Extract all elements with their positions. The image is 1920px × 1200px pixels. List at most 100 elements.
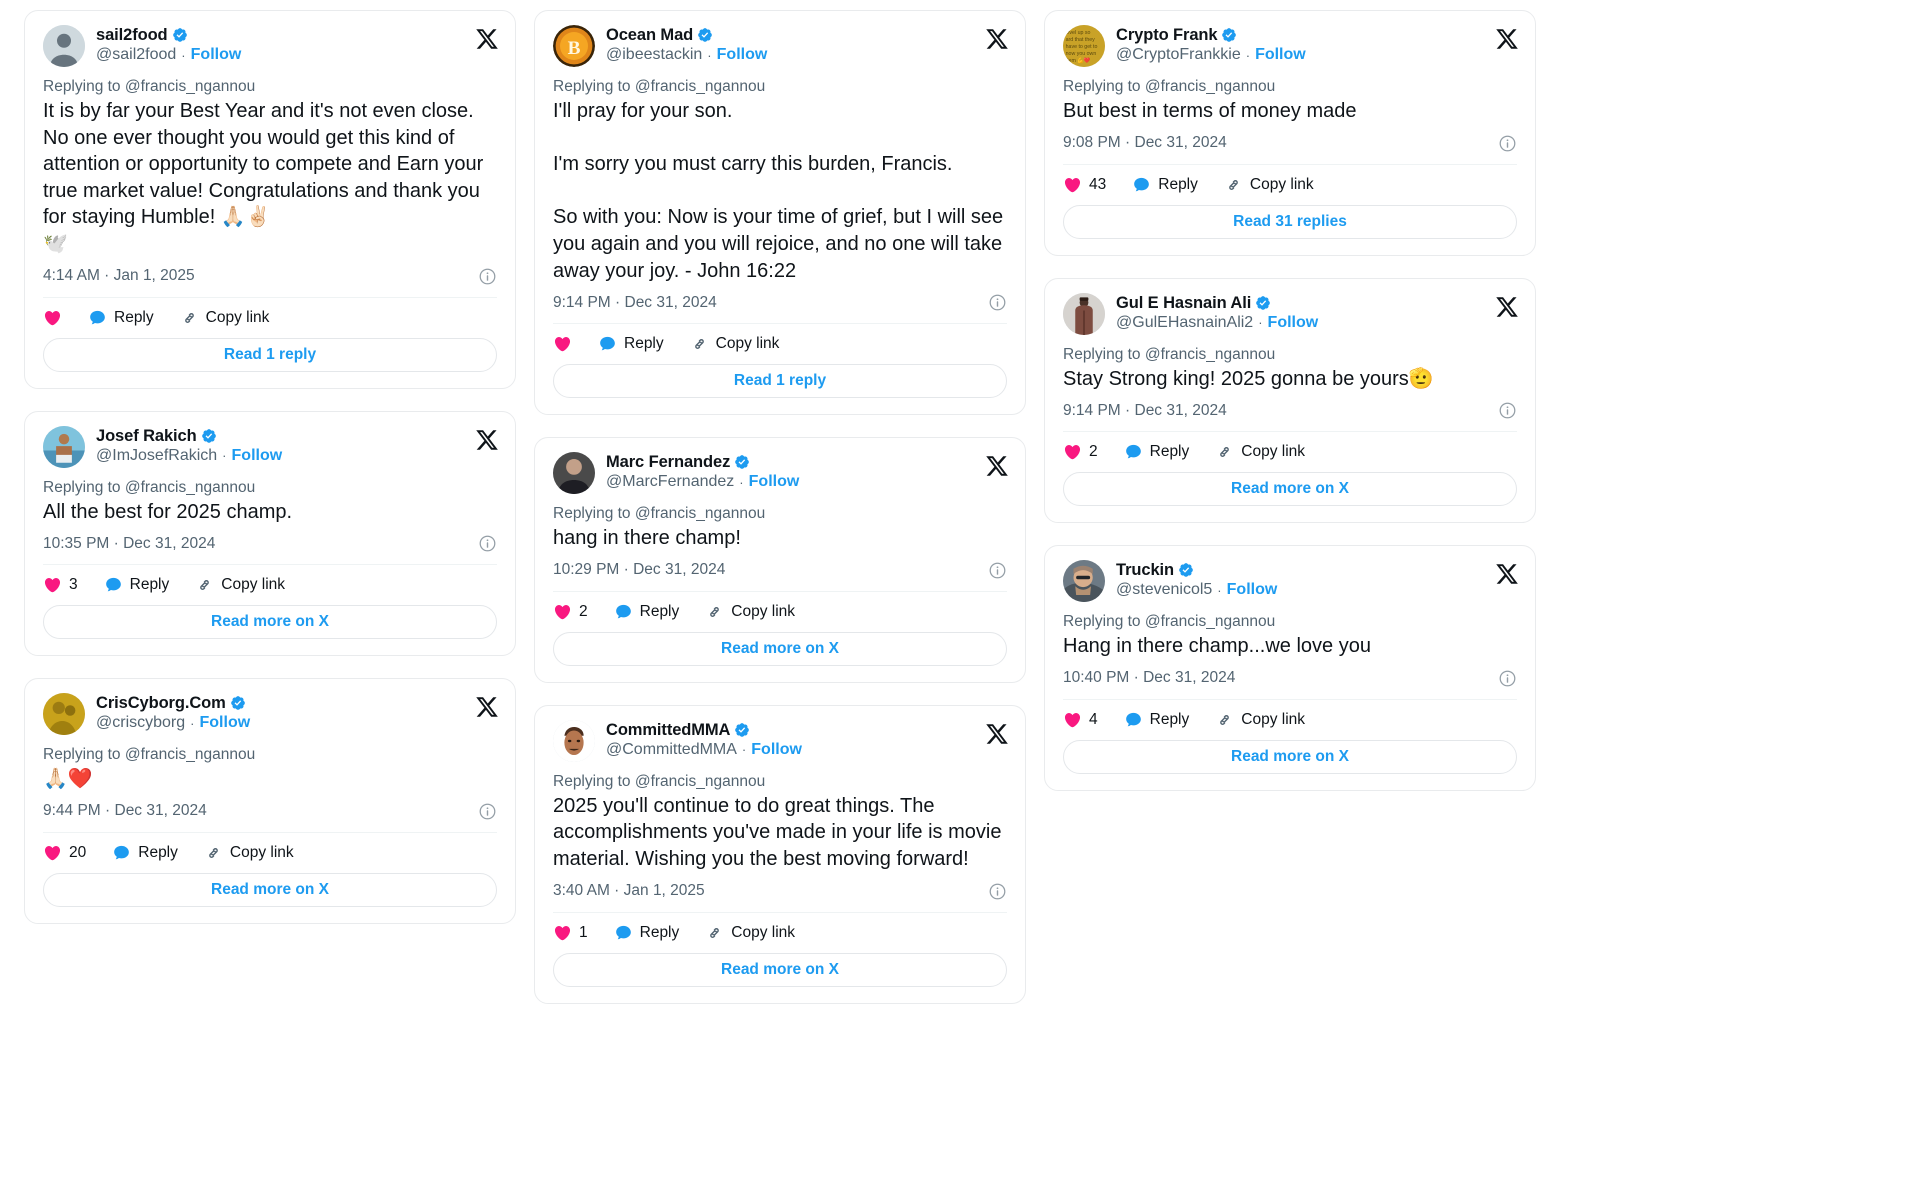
follow-button[interactable]: Follow [1227,581,1278,599]
author-display-name[interactable]: sail2food [96,26,168,44]
copy-link-action[interactable]: Copy link [180,309,269,327]
read-more-button[interactable]: Read more on X [1063,472,1517,507]
info-icon[interactable] [988,882,1007,901]
reply-action[interactable]: Reply [104,576,169,594]
x-logo-icon[interactable] [475,27,499,51]
author-handle[interactable]: @ImJosefRakich [96,447,217,465]
reply-action[interactable]: Reply [614,603,679,621]
x-logo-icon[interactable] [1495,562,1519,586]
like-action[interactable]: 1 [553,924,588,942]
replying-to-handle[interactable]: @francis_ngannou [125,746,255,763]
author-display-name[interactable]: Truckin [1116,561,1174,579]
copy-link-action[interactable]: Copy link [195,576,285,594]
read-more-button[interactable]: Read more on X [43,872,497,907]
author-display-name[interactable]: Marc Fernandez [606,453,730,471]
like-action[interactable]: 2 [1063,443,1098,461]
author-handle[interactable]: @sail2food [96,46,176,64]
info-icon[interactable] [1498,401,1517,420]
avatar[interactable] [553,452,595,495]
copy-link-action[interactable]: Copy link [690,335,779,353]
read-more-button[interactable]: Read more on X [43,605,497,640]
x-logo-icon[interactable] [985,27,1009,51]
author-handle[interactable]: @GulEHasnainAli2 [1116,314,1253,332]
copy-link-action[interactable]: Copy link [1224,176,1314,194]
info-icon[interactable] [478,802,497,821]
author-display-name[interactable]: CrisCyborg.Com [96,694,226,712]
info-icon[interactable] [478,267,497,286]
read-more-button[interactable]: Read more on X [1063,739,1517,774]
author-display-name[interactable]: CommittedMMA [606,721,730,739]
replying-to-handle[interactable]: @francis_ngannou [125,78,255,95]
like-action[interactable] [553,335,572,353]
x-logo-icon[interactable] [1495,27,1519,51]
info-icon[interactable] [478,534,497,553]
read-more-button[interactable]: Read more on X [553,631,1007,666]
reply-action[interactable]: Reply [1124,711,1189,729]
like-action[interactable]: 43 [1063,176,1106,194]
x-logo-icon[interactable] [475,428,499,452]
copy-link-action[interactable]: Copy link [705,603,795,621]
avatar[interactable] [43,25,85,67]
reply-action[interactable]: Reply [1124,443,1189,461]
copy-link-action[interactable]: Copy link [705,924,795,942]
like-action[interactable] [43,309,62,327]
info-icon[interactable] [988,293,1007,312]
info-icon[interactable] [1498,669,1517,688]
read-more-button[interactable]: Read more on X [553,952,1007,987]
info-icon[interactable] [988,561,1007,580]
follow-button[interactable]: Follow [1255,46,1306,64]
like-action[interactable]: 2 [553,603,588,621]
reply-action[interactable]: Reply [112,844,178,862]
like-action[interactable]: 3 [43,576,78,594]
author-display-name[interactable]: Gul E Hasnain Ali [1116,294,1251,312]
follow-button[interactable]: Follow [751,741,802,759]
read-more-button[interactable]: Read 1 reply [553,364,1007,399]
follow-button[interactable]: Follow [232,447,283,465]
avatar[interactable]: B [553,25,595,67]
avatar[interactable] [553,719,595,762]
author-handle[interactable]: @stevenicol5 [1116,581,1212,599]
reply-bubble-icon [600,337,615,351]
author-display-name[interactable]: Ocean Mad [606,26,693,44]
author-handle[interactable]: @criscyborg [96,714,185,732]
avatar[interactable] [43,425,85,468]
replying-to-handle[interactable]: @francis_ngannou [1145,613,1275,630]
replying-to-handle[interactable]: @francis_ngannou [1145,346,1275,363]
follow-button[interactable]: Follow [200,714,251,732]
author-handle[interactable]: @ibeestackin [606,46,702,64]
x-logo-icon[interactable] [985,722,1009,746]
replying-to-handle[interactable]: @francis_ngannou [635,78,765,95]
x-logo-icon[interactable] [475,695,499,719]
replying-to-handle[interactable]: @francis_ngannou [635,505,765,522]
read-more-button[interactable]: Read 31 replies [1063,204,1517,239]
x-logo-icon[interactable] [985,454,1009,478]
replying-to-handle[interactable]: @francis_ngannou [1145,78,1275,95]
read-more-button[interactable]: Read 1 reply [43,337,497,372]
avatar[interactable]: evel up so ard that they have to get to … [1063,25,1105,67]
replying-to-handle[interactable]: @francis_ngannou [125,479,255,496]
reply-action[interactable]: Reply [598,335,664,353]
replying-to-handle[interactable]: @francis_ngannou [635,773,765,790]
author-handle[interactable]: @CryptoFrankkie [1116,46,1241,64]
follow-button[interactable]: Follow [191,46,242,64]
author-handle[interactable]: @MarcFernandez [606,473,734,491]
info-icon[interactable] [1498,134,1517,153]
author-display-name[interactable]: Josef Rakich [96,427,197,445]
copy-link-action[interactable]: Copy link [204,844,294,862]
copy-link-action[interactable]: Copy link [1215,711,1305,729]
reply-action[interactable]: Reply [1132,176,1198,194]
follow-button[interactable]: Follow [749,473,800,491]
author-handle[interactable]: @CommittedMMA [606,741,737,759]
author-display-name[interactable]: Crypto Frank [1116,26,1218,44]
follow-button[interactable]: Follow [1268,314,1319,332]
like-action[interactable]: 4 [1063,711,1098,729]
copy-link-action[interactable]: Copy link [1215,443,1305,461]
reply-action[interactable]: Reply [614,924,679,942]
reply-action[interactable]: Reply [88,309,154,327]
avatar[interactable] [1063,292,1105,335]
avatar[interactable] [1063,560,1105,603]
like-action[interactable]: 20 [43,844,86,862]
avatar[interactable] [43,693,85,736]
x-logo-icon[interactable] [1495,295,1519,319]
follow-button[interactable]: Follow [717,46,768,64]
